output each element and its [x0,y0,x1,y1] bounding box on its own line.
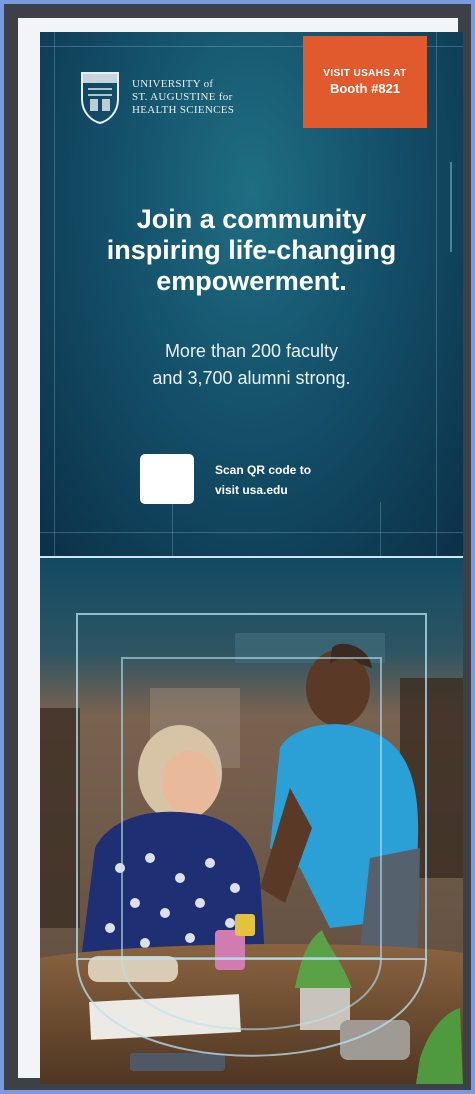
headline: Join a community inspiring life-changing… [60,204,443,297]
logo-line-2: ST. AUGUSTINE for [132,90,233,103]
qr-caption[interactable]: Scan QR code to visit usa.edu [215,460,395,500]
ad-banner[interactable]: UNIVERSITY of ST. AUGUSTINE for HEALTH S… [40,32,463,1084]
headline-line-3: empowerment. [156,266,347,296]
logo-wordmark: UNIVERSITY of ST. AUGUSTINE for HEALTH S… [132,78,234,117]
logo-line-3: HEALTH SCIENCES [132,103,235,116]
photo-section [40,558,463,1084]
subhead-line-2: and 3,700 alumni strong. [152,368,351,388]
grid-line [450,162,452,252]
grid-line [380,502,381,557]
grid-line [40,532,463,533]
top-panel: UNIVERSITY of ST. AUGUSTINE for HEALTH S… [40,32,463,557]
subhead-line-1: More than 200 faculty [164,341,339,361]
crest-icon [81,72,119,125]
classroom-photo [40,558,463,1084]
qr-caption-line-2: visit usa.edu [215,483,288,497]
headline-line-2: inspiring life-changing [106,235,397,265]
grid-line [54,32,55,557]
badge-booth-text: Booth #821 [329,81,401,96]
subhead: More than 200 faculty and 3,700 alumni s… [80,338,423,392]
headline-line-1: Join a community [136,204,367,234]
logo-line-1: UNIVERSITY of [132,77,214,90]
university-logo[interactable]: UNIVERSITY of ST. AUGUSTINE for HEALTH S… [78,68,268,126]
booth-badge[interactable]: VISIT USAHS AT Booth #821 [303,36,427,128]
grid-line [172,502,173,557]
qr-caption-line-1: Scan QR code to [215,463,312,477]
badge-visit-text: VISIT USAHS AT [323,68,407,79]
qr-code[interactable] [140,454,194,504]
